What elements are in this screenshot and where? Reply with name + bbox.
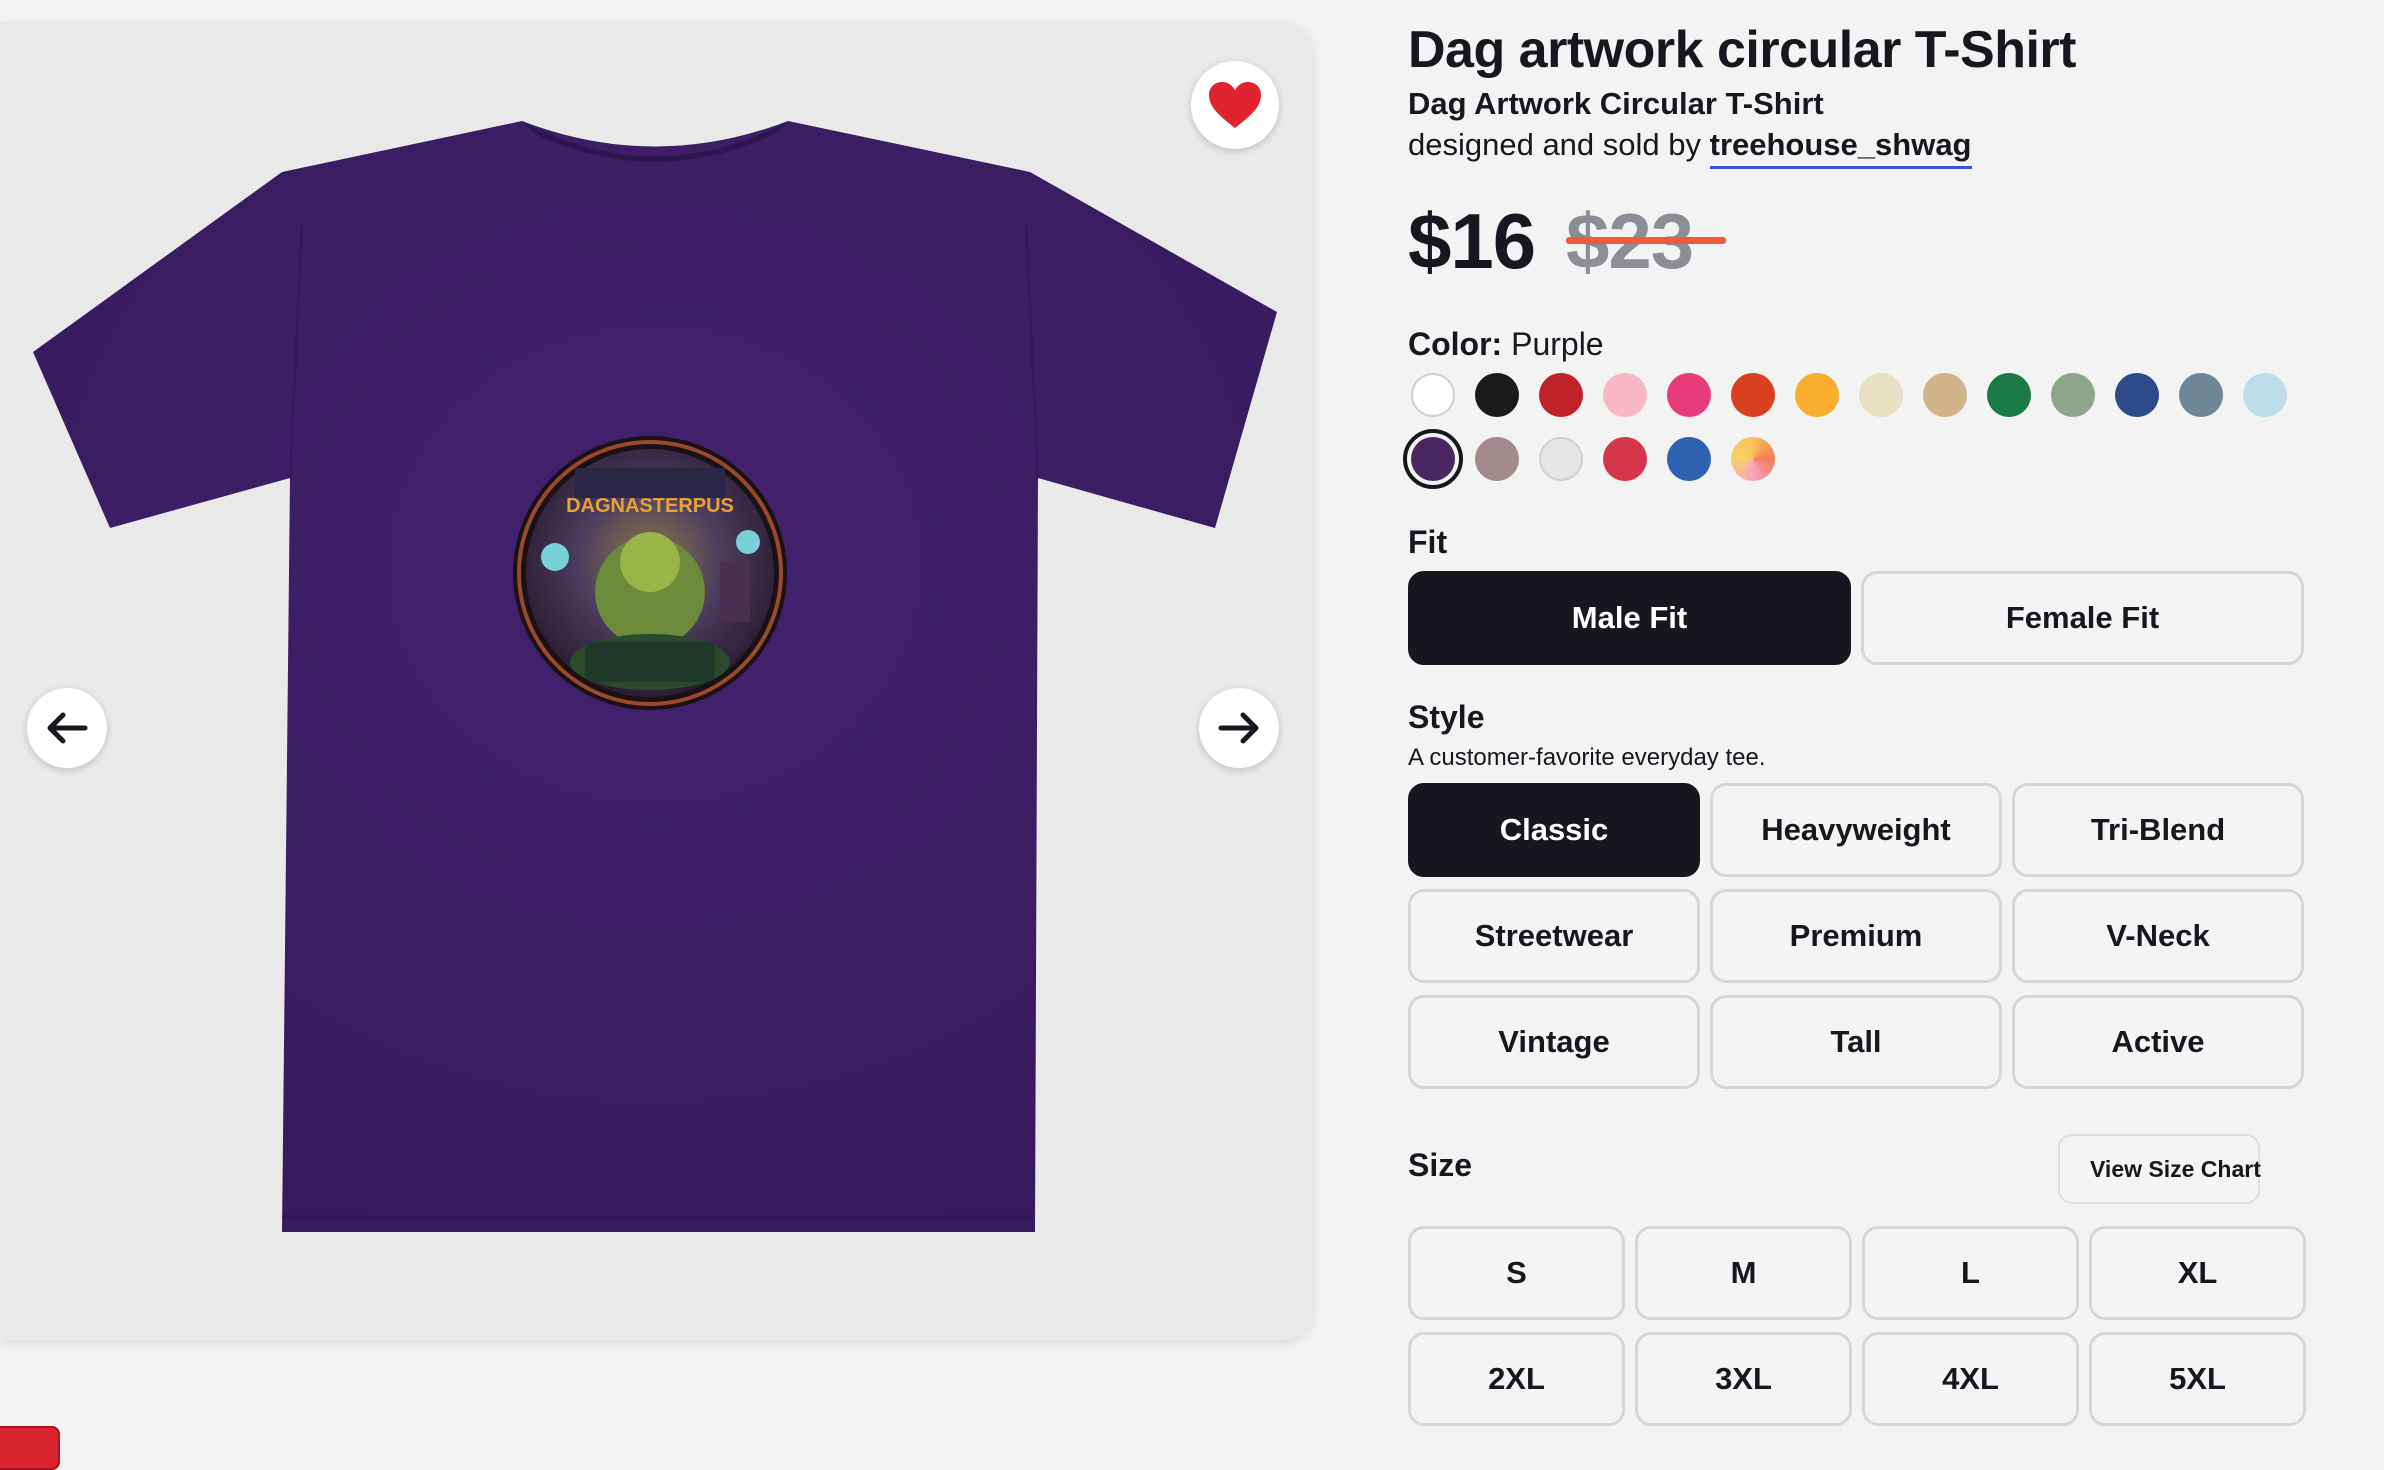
color-swatch-mauve[interactable] — [1475, 437, 1519, 481]
color-swatch-navy-blue[interactable] — [2115, 373, 2159, 417]
style-v-neck-button[interactable]: V-Neck — [2012, 889, 2304, 983]
style-classic-button[interactable]: Classic — [1408, 783, 1700, 877]
product-image-panel: DAGNASTERPUS — [0, 22, 1313, 1340]
color-label-key: Color: — [1408, 326, 1503, 362]
color-swatch-tan[interactable] — [1923, 373, 1967, 417]
heart-icon — [1209, 82, 1261, 128]
size-label: Size — [1408, 1147, 1473, 1183]
favorite-button[interactable] — [1191, 61, 1279, 149]
size-5xl-button[interactable]: 5XL — [2089, 1332, 2306, 1426]
color-label: Color: Purple — [1408, 326, 1604, 363]
color-swatch-tie-dye[interactable] — [1731, 437, 1775, 481]
designer-prefix: designed and sold by — [1408, 127, 1710, 162]
next-image-button[interactable] — [1199, 688, 1279, 768]
size-xl-button[interactable]: XL — [2089, 1226, 2306, 1320]
style-description: A customer-favorite everyday tee. — [1408, 744, 1766, 771]
designer-link[interactable]: treehouse_shwag — [1709, 127, 1972, 169]
style-active-button[interactable]: Active — [2012, 995, 2304, 1089]
view-size-chart-label: View Size Chart — [2090, 1155, 2261, 1182]
fit-female-fit-button[interactable]: Female Fit — [1861, 571, 2304, 665]
color-swatch-white[interactable] — [1411, 373, 1455, 417]
size-l-button[interactable]: L — [1862, 1226, 2079, 1320]
shirt-graphic: DAGNASTERPUS — [513, 436, 787, 710]
color-swatch-light-blue[interactable] — [2243, 373, 2287, 417]
color-swatch-orange[interactable] — [1731, 373, 1775, 417]
color-swatch-kelly-green[interactable] — [1987, 373, 2031, 417]
color-swatch-sage[interactable] — [2051, 373, 2095, 417]
color-swatch-crimson[interactable] — [1603, 437, 1647, 481]
product-image: DAGNASTERPUS — [33, 121, 1277, 1232]
style-streetwear-button[interactable]: Streetwear — [1408, 889, 1700, 983]
svg-text:DAGNASTERPUS: DAGNASTERPUS — [566, 495, 734, 517]
color-swatch-black[interactable] — [1475, 373, 1519, 417]
style-heavyweight-button[interactable]: Heavyweight — [1710, 783, 2002, 877]
style-label: Style — [1408, 699, 1485, 735]
arrow-right-icon — [1218, 712, 1259, 744]
color-swatch-purple[interactable] — [1403, 429, 1463, 489]
price-strikethrough — [1566, 237, 1726, 244]
color-swatch-heather-white[interactable] — [1539, 437, 1583, 481]
style-tri-blend-button[interactable]: Tri-Blend — [2012, 783, 2304, 877]
style-vintage-button[interactable]: Vintage — [1408, 995, 1700, 1089]
color-swatch-cream[interactable] — [1859, 373, 1903, 417]
color-swatch-slate[interactable] — [2179, 373, 2223, 417]
color-swatch-red[interactable] — [1539, 373, 1583, 417]
style-tall-button[interactable]: Tall — [1710, 995, 2002, 1089]
corner-badge[interactable] — [0, 1426, 60, 1470]
size-s-button[interactable]: S — [1408, 1226, 1625, 1320]
color-selected-name: Purple — [1511, 326, 1604, 362]
product-subtitle: Dag Artwork Circular T-Shirt — [1408, 86, 1824, 121]
arrow-left-icon — [47, 712, 88, 744]
product-title: Dag artwork circular T-Shirt — [1408, 21, 2076, 79]
size-3xl-button[interactable]: 3XL — [1635, 1332, 1852, 1426]
style-premium-button[interactable]: Premium — [1710, 889, 2002, 983]
view-size-chart-button[interactable]: View Size Chart — [2058, 1134, 2261, 1204]
size-2xl-button[interactable]: 2XL — [1408, 1332, 1625, 1426]
designer-line: designed and sold by treehouse_shwag — [1408, 127, 1972, 169]
color-swatch-royal-blue[interactable] — [1667, 437, 1711, 481]
color-swatch-light-pink[interactable] — [1603, 373, 1647, 417]
color-swatch-hot-pink[interactable] — [1667, 373, 1711, 417]
fit-label: Fit — [1408, 524, 1448, 560]
prev-image-button[interactable] — [27, 688, 107, 768]
fit-male-fit-button[interactable]: Male Fit — [1408, 571, 1851, 665]
size-4xl-button[interactable]: 4XL — [1862, 1332, 2079, 1426]
size-m-button[interactable]: M — [1635, 1226, 1852, 1320]
price-current: $16 — [1408, 197, 1536, 285]
color-swatch-gold[interactable] — [1795, 373, 1839, 417]
